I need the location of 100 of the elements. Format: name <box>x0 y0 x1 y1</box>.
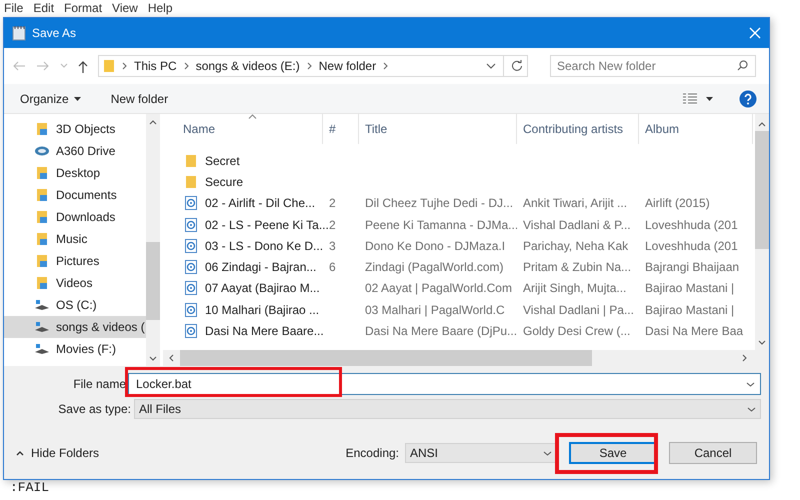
chevron-up-icon[interactable] <box>758 122 766 127</box>
save-button[interactable]: Save <box>569 442 657 464</box>
cancel-button[interactable]: Cancel <box>669 442 757 464</box>
nav-item[interactable]: Desktop <box>4 162 146 184</box>
notepad-icon <box>12 25 26 41</box>
nav-item[interactable]: Documents <box>4 184 146 206</box>
new-folder-button[interactable]: New folder <box>110 90 168 108</box>
caret-icon <box>74 96 81 100</box>
nav-label: 3D Objects <box>56 121 116 138</box>
chevron-up-icon <box>16 450 24 456</box>
audio-file-icon <box>185 196 197 210</box>
file-row[interactable]: 07 Aayat (Bajirao M... 02 Aayat | PagalWorld.Com Arijit Singh, Mujta... Bajirao Mastani | <box>163 278 755 300</box>
nav-label: Documents <box>56 187 117 204</box>
menu-item[interactable]: File <box>4 0 24 17</box>
hide-folders-button[interactable]: Hide Folders <box>16 444 100 462</box>
audio-file-icon <box>185 302 197 317</box>
help-icon[interactable] <box>739 90 757 108</box>
encoding-dropdown[interactable]: ANSI <box>405 443 557 463</box>
nav-label: Videos <box>56 275 92 292</box>
nav-item[interactable]: songs & videos ( <box>4 316 146 338</box>
drive-icon <box>34 321 50 333</box>
field-label: File name <box>72 376 127 393</box>
nav-item[interactable]: Movies (F:) <box>4 338 146 360</box>
scroll-thumb[interactable] <box>180 350 592 366</box>
nav-label: songs & videos ( <box>56 319 145 336</box>
column-header[interactable]: Contributing artists <box>517 114 639 144</box>
chevron-down-icon[interactable] <box>758 340 766 345</box>
table-cell: Dono Ke Dono - DJMaza.I <box>365 238 506 253</box>
view-list-icon[interactable] <box>682 92 698 104</box>
file-row[interactable]: Secure <box>163 171 755 193</box>
menu-item[interactable]: Help <box>148 0 173 17</box>
file-row[interactable]: 03 - LS - Dono Ke D... 3 Dono Ke Dono - DJMaza.I Parichay, Neha Kak Loveshhuda (201 <box>163 235 755 256</box>
save-type-dropdown[interactable]: All Files <box>134 399 761 419</box>
nav-item[interactable]: A360 Drive <box>4 140 146 162</box>
drive-icon <box>34 343 50 355</box>
nav-item[interactable]: 3D Objects <box>4 118 146 140</box>
file-row[interactable]: 02 - Airlift - Dil Che... 2 Dil Cheez Tujhe Dedi - DJ... Ankit Tiwari, Arijit ... Airlift (2015) <box>163 192 755 214</box>
chevron-left-icon[interactable] <box>169 354 174 362</box>
table-cell: Ankit Tiwari, Arijit ... <box>523 196 628 210</box>
file-row[interactable]: 06 Zindagi - Bajran... 6 Zindagi (PagalWorld.com) Pritam & Zubin Na... Bajrangi Bhaijaan <box>163 256 755 278</box>
menu-item[interactable]: Format <box>64 0 102 17</box>
nav-label: Movies (F:) <box>56 341 116 358</box>
chevron-up-icon[interactable] <box>149 120 157 125</box>
nav-item[interactable]: Downloads <box>4 206 146 228</box>
table-cell: 2 <box>329 196 336 210</box>
chevron-down-icon <box>747 406 756 412</box>
search-field[interactable]: Search New folder <box>550 55 756 77</box>
table-cell: 02 Aayat | PagalWorld.Com <box>365 281 512 296</box>
nav-item[interactable]: Music <box>4 228 146 250</box>
breadcrumb-item[interactable]: songs & videos (E:) <box>196 57 300 75</box>
column-header[interactable]: Album <box>639 114 753 144</box>
audio-file-icon <box>185 260 197 274</box>
file-row[interactable]: Dasi Na Mere Baare... Dasi Na Mere Baare (DjPu... Goldy Desi Crew (... Dasi Na Mere Baa <box>163 320 755 342</box>
nav-label: Downloads <box>56 209 116 226</box>
scrollbar[interactable] <box>163 350 769 366</box>
scroll-thumb[interactable] <box>146 242 160 320</box>
breadcrumb-item[interactable]: This PC <box>134 57 177 75</box>
file-row[interactable]: Secret <box>163 150 755 172</box>
table-cell: Goldy Desi Crew (... <box>523 324 630 338</box>
file-row[interactable]: 10 Malhari (Bajirao ... 03 Malhari | PagalWorld.C Vishal Dadlani | Pa... Bajirao Mastani | <box>163 299 755 320</box>
nav-item[interactable]: Videos <box>4 272 146 294</box>
nav-item[interactable]: OS (C:) <box>4 294 146 316</box>
table-cell: Loveshhuda (201 <box>645 238 738 253</box>
chevron-down-icon[interactable] <box>149 356 157 361</box>
table-cell: Parichay, Neha Kak <box>523 238 628 253</box>
field-label: Save as type: <box>57 401 132 418</box>
scrollbar[interactable] <box>146 114 160 366</box>
table-cell: Dil Cheez Tujhe Dedi - DJ... <box>365 196 514 210</box>
table-cell: 3 <box>329 238 336 253</box>
chevron-right-icon <box>122 62 127 70</box>
folder-icon <box>34 166 50 180</box>
chevron-down-icon[interactable] <box>486 63 496 69</box>
scroll-thumb[interactable] <box>755 131 769 249</box>
nav-item[interactable]: Pictures <box>4 250 146 272</box>
chevron-right-icon[interactable] <box>742 354 747 362</box>
caret-icon[interactable] <box>706 96 713 100</box>
field-label: Encoding: <box>346 445 399 462</box>
refresh-icon[interactable] <box>511 60 523 72</box>
chevron-right-icon <box>306 62 312 70</box>
breadcrumb-item[interactable]: New folder <box>318 57 376 75</box>
table-cell: Arijit Singh, Mujta... <box>523 281 626 296</box>
file-name-field[interactable]: Locker.bat <box>128 373 761 395</box>
close-icon[interactable] <box>749 27 761 39</box>
menu-item[interactable]: View <box>112 0 138 17</box>
file-name: 07 Aayat (Bajirao M... <box>205 280 320 298</box>
menu-item[interactable]: Edit <box>33 0 54 17</box>
file-name: Dasi Na Mere Baare... <box>205 323 324 340</box>
up-arrow-icon[interactable] <box>78 60 88 72</box>
column-header[interactable]: Name <box>163 114 323 144</box>
chevron-down-icon[interactable] <box>746 382 755 387</box>
column-header[interactable]: Title <box>359 114 517 144</box>
sort-caret-icon <box>248 114 257 119</box>
folder-icon <box>103 59 115 73</box>
column-header[interactable]: # <box>323 114 359 144</box>
scrollbar[interactable] <box>755 114 769 350</box>
folder-icon <box>34 276 50 290</box>
organize-button[interactable]: Organize <box>20 90 81 108</box>
cloud-icon <box>34 145 50 157</box>
file-row[interactable]: 02 - LS - Peene Ki Ta...2 Peene Ki Tamanna - DJMa... Vishal Dadlani & P... Loveshhuda (201 <box>163 214 755 236</box>
address-bar[interactable]: This PC songs & videos (E:) New folder <box>98 55 528 77</box>
